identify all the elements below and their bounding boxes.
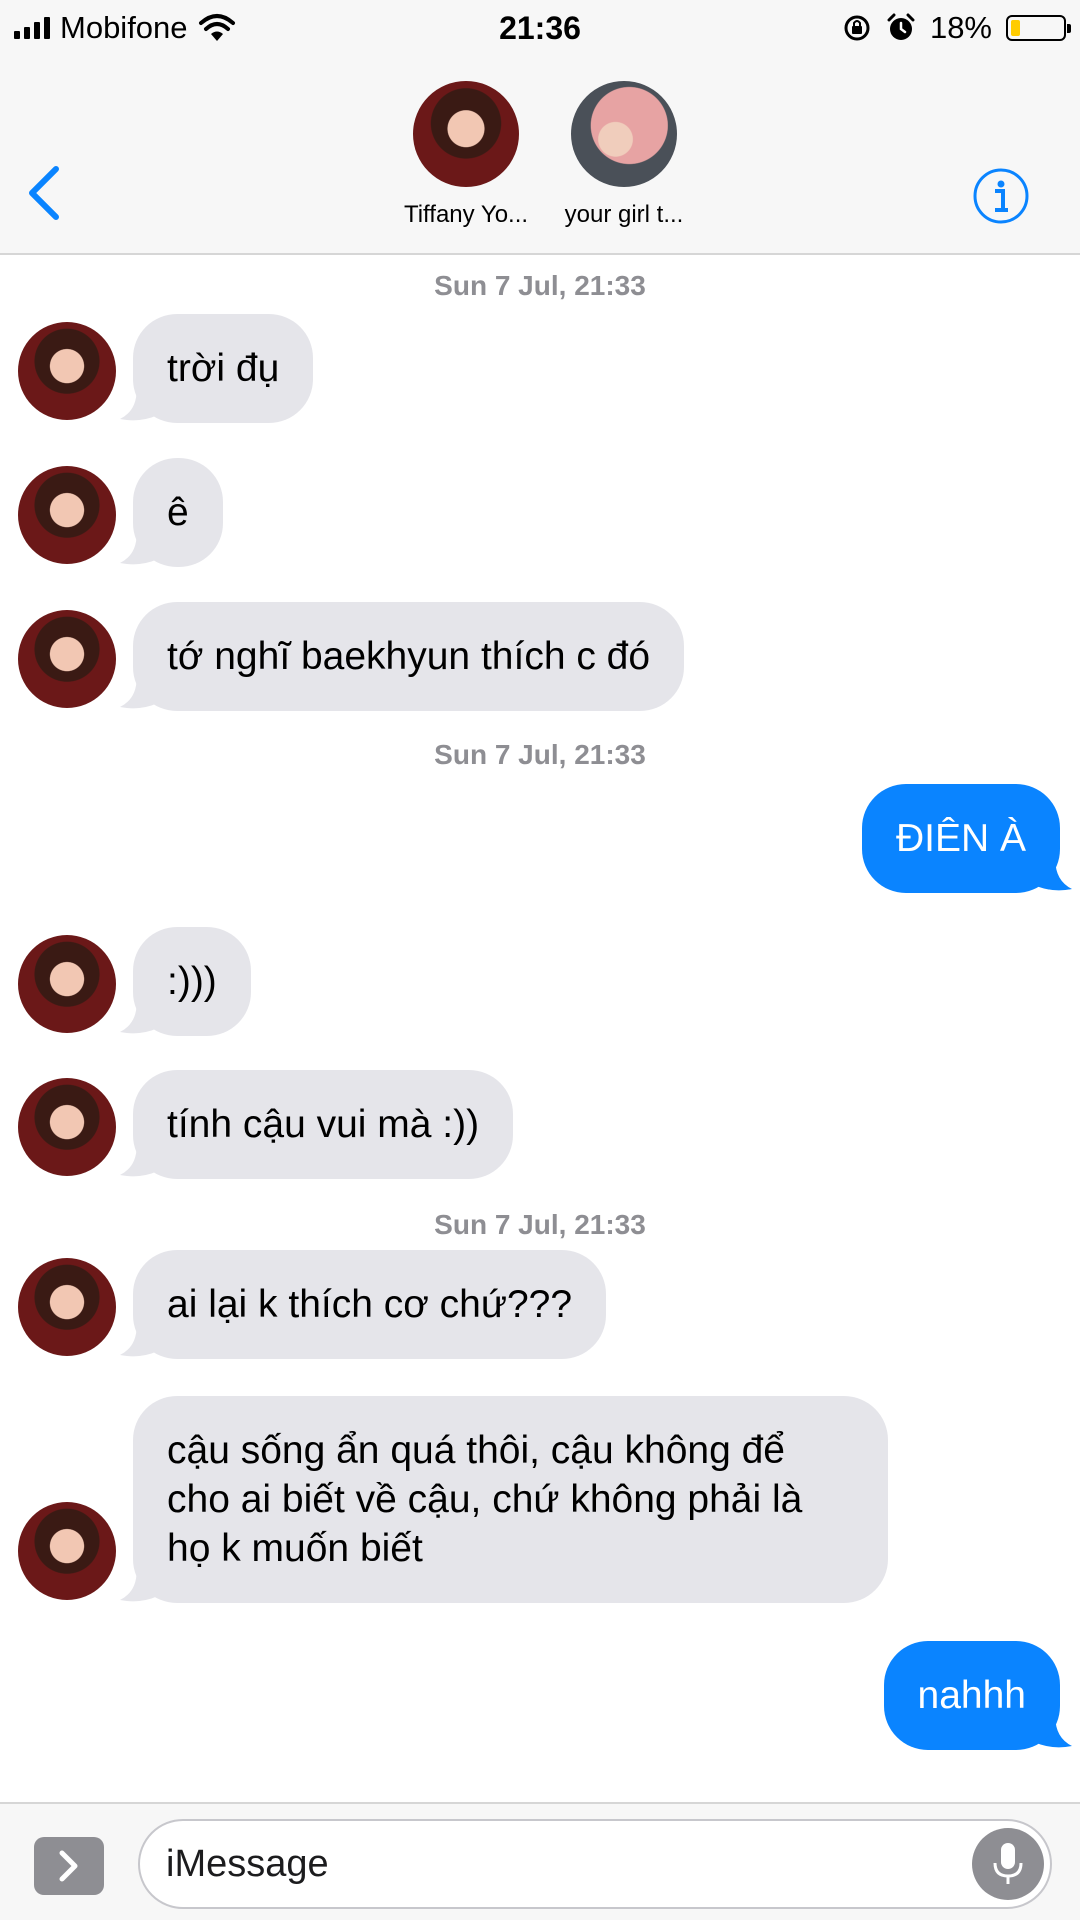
timestamp: Sun 7 Jul, 21:33 xyxy=(434,1209,646,1240)
message-bubble-incoming[interactable]: trời đụ xyxy=(133,314,314,423)
message-bubble-incoming[interactable]: ê xyxy=(133,458,223,567)
message-bubble-outgoing[interactable]: ĐIÊN À xyxy=(861,784,1060,893)
message-bubble-incoming[interactable]: :))) xyxy=(133,927,251,1036)
participant-name: your girl t... xyxy=(564,201,684,228)
status-right: 18% xyxy=(842,8,1071,48)
sender-avatar[interactable] xyxy=(18,1258,116,1356)
message-bubble-incoming[interactable]: tớ nghĩ baekhyun thích c đó xyxy=(133,602,685,711)
timestamp: Sun 7 Jul, 21:33 xyxy=(434,739,646,770)
conversation-header: Tiffany Yo... your girl t... xyxy=(0,55,1080,255)
participant-2[interactable]: your girl t... xyxy=(534,81,714,229)
participant-avatar xyxy=(413,81,519,187)
timestamp: Sun 7 Jul, 21:33 xyxy=(434,270,646,301)
sender-avatar[interactable] xyxy=(18,610,116,708)
message-bubble-incoming[interactable]: ai lại k thích cơ chứ??? xyxy=(133,1250,607,1359)
participant-avatar xyxy=(571,81,677,187)
participant-1[interactable]: Tiffany Yo... xyxy=(376,81,556,229)
imessage-screen: Mobifone 21:36 18% Tiffany Yo... your gi… xyxy=(0,0,1080,1920)
rotation-lock-icon xyxy=(844,15,870,41)
battery-level xyxy=(1011,20,1020,36)
sender-avatar[interactable] xyxy=(18,935,116,1033)
message-bubble-incoming[interactable]: cậu sống ẩn quá thôi, cậu không để cho a… xyxy=(133,1396,888,1603)
sender-avatar[interactable] xyxy=(18,322,116,420)
message-bubble-outgoing[interactable]: nahhh xyxy=(883,1641,1060,1750)
sender-avatar[interactable] xyxy=(18,1502,116,1600)
message-input[interactable] xyxy=(138,1819,1052,1909)
microphone-icon xyxy=(993,1843,1023,1884)
info-icon xyxy=(973,168,1029,224)
apps-button[interactable] xyxy=(34,1837,104,1895)
sender-avatar[interactable] xyxy=(18,1078,116,1176)
alarm-icon xyxy=(887,13,915,40)
compose-bar xyxy=(0,1802,1080,1920)
message-bubble-incoming[interactable]: tính cậu vui mà :)) xyxy=(133,1070,514,1179)
sender-avatar[interactable] xyxy=(18,466,116,564)
microphone-button[interactable] xyxy=(972,1828,1044,1900)
battery-percent: 18% xyxy=(929,10,992,45)
battery-icon xyxy=(1006,15,1071,41)
participant-name: Tiffany Yo... xyxy=(403,201,529,228)
chevron-right-icon xyxy=(59,1850,78,1882)
chevron-left-icon xyxy=(29,166,59,220)
info-button[interactable] xyxy=(972,167,1030,225)
status-bar: Mobifone 21:36 18% xyxy=(0,0,1080,55)
back-button[interactable] xyxy=(26,163,66,223)
